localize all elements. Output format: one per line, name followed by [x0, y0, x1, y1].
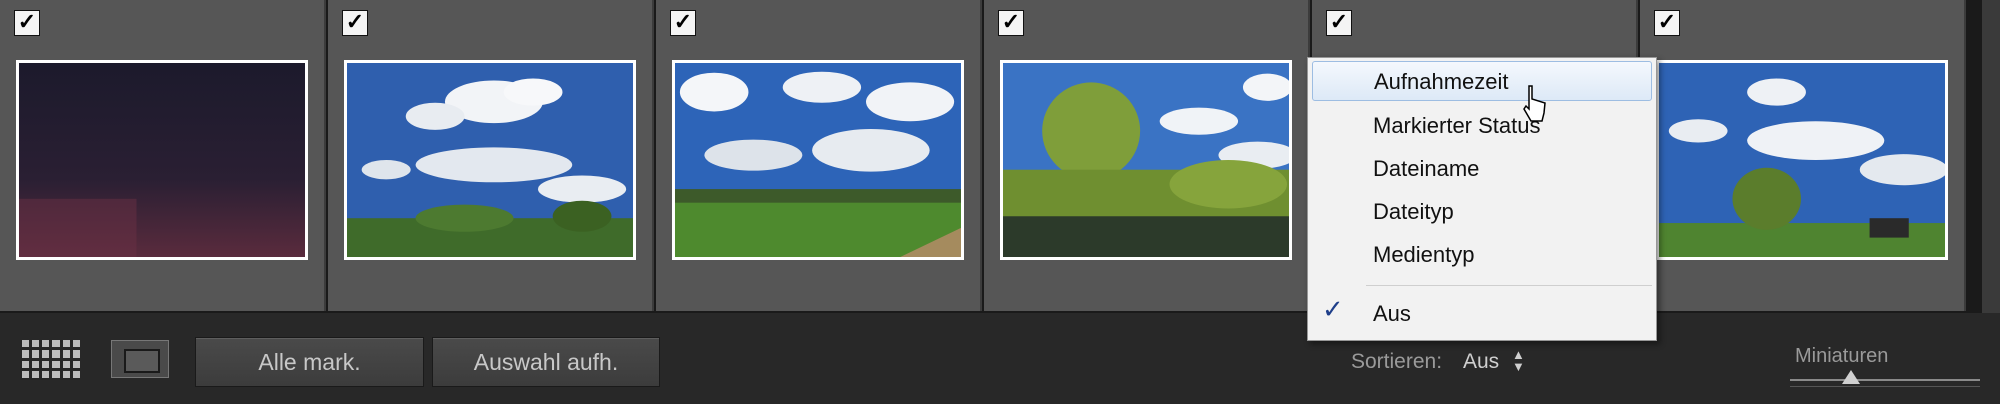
- photo-thumbnail[interactable]: [672, 60, 964, 260]
- sort-dropdown-menu: Aufnahmezeit Markierter Status Dateiname…: [1307, 57, 1657, 341]
- photo-thumbnail[interactable]: [16, 60, 308, 260]
- menu-item-capture-time[interactable]: Aufnahmezeit: [1312, 61, 1652, 101]
- select-checkbox[interactable]: ✓: [342, 10, 368, 36]
- tree-river-image: [1003, 63, 1289, 257]
- select-checkbox[interactable]: ✓: [14, 10, 40, 36]
- photo-thumbnail[interactable]: [1000, 60, 1292, 260]
- select-checkbox[interactable]: ✓: [1326, 10, 1352, 36]
- filmstrip-scrollbar[interactable]: [1982, 0, 2000, 313]
- menu-item-off[interactable]: Aus: [1308, 294, 1656, 334]
- slider-thumb[interactable]: [1841, 370, 1860, 384]
- deselect-button[interactable]: Auswahl aufh.: [432, 337, 660, 387]
- night-sky-image: [19, 63, 305, 257]
- slider-track-shadow: [1790, 386, 1980, 387]
- select-checkbox[interactable]: ✓: [1654, 10, 1680, 36]
- filmstrip-cell[interactable]: ✓: [984, 0, 1310, 311]
- loupe-view-icon[interactable]: [111, 340, 169, 378]
- sort-label: Sortieren:: [1351, 350, 1443, 373]
- photo-thumbnail[interactable]: [1656, 60, 1948, 260]
- sort-value[interactable]: Aus: [1463, 350, 1499, 374]
- grid-view-icon[interactable]: [22, 340, 80, 378]
- menu-item-filename[interactable]: Dateiname: [1308, 149, 1656, 189]
- filmstrip-cell[interactable]: ✓: [656, 0, 982, 311]
- clouds-meadow-image: [675, 63, 961, 257]
- filmstrip-cell[interactable]: ✓: [328, 0, 654, 311]
- select-checkbox[interactable]: ✓: [670, 10, 696, 36]
- clouds-field-image: [347, 63, 633, 257]
- clouds-tree-image: [1659, 63, 1945, 257]
- filmstrip-cell[interactable]: ✓: [1640, 0, 1966, 311]
- sort-arrows-icon[interactable]: ▲ ▼: [1512, 348, 1525, 373]
- photo-thumbnail[interactable]: [344, 60, 636, 260]
- menu-item-file-type[interactable]: Dateityp: [1308, 192, 1656, 232]
- filmstrip: ✓ ✓ ✓ ✓ ✓ ✓: [0, 0, 2000, 313]
- menu-separator: [1366, 285, 1652, 286]
- menu-item-flag-status[interactable]: Markierter Status: [1308, 106, 1656, 146]
- thumbnail-size-slider[interactable]: [1790, 379, 1980, 381]
- mouse-cursor-icon: [1523, 85, 1546, 122]
- filmstrip-cell[interactable]: ✓: [0, 0, 326, 311]
- select-checkbox[interactable]: ✓: [998, 10, 1024, 36]
- thumbnails-label: Miniaturen: [1795, 345, 1889, 367]
- select-all-button[interactable]: Alle mark.: [195, 337, 424, 387]
- menu-item-media-type[interactable]: Medientyp: [1308, 235, 1656, 275]
